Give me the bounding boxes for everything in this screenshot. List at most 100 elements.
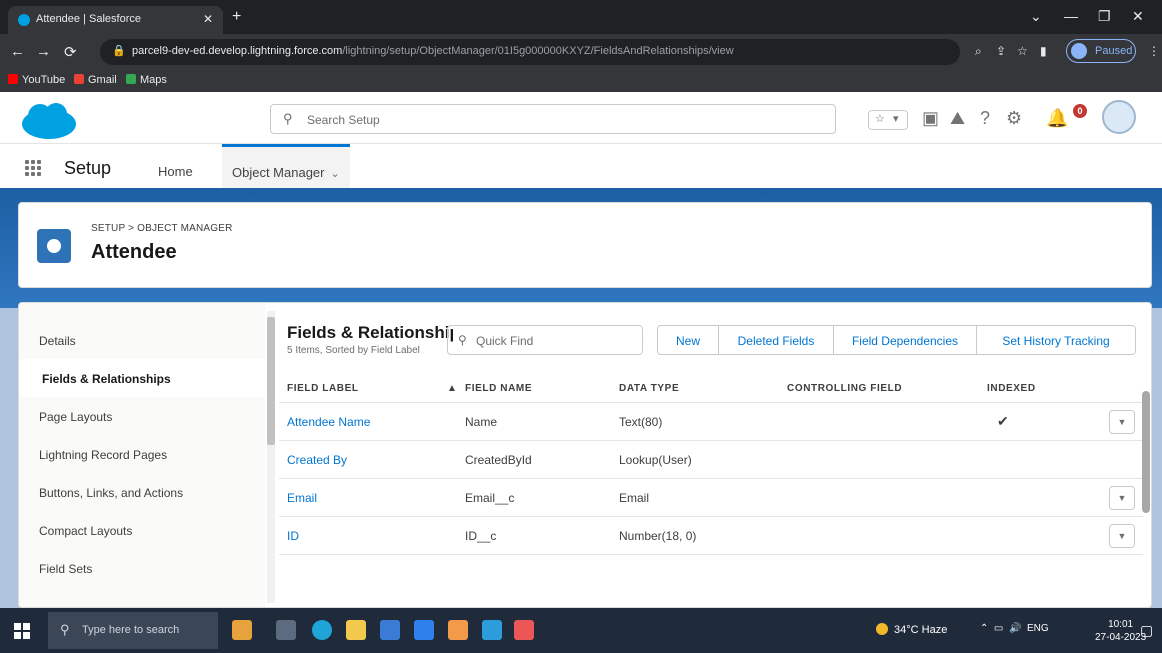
table-row: Created By CreatedById Lookup(User) (279, 441, 1143, 479)
column-header-controlling-field[interactable]: CONTROLLING FIELD (787, 383, 902, 394)
object-detail-card: Details Fields & Relationships Page Layo… (18, 302, 1152, 608)
row-actions-button[interactable]: ▼ (1109, 410, 1135, 434)
quick-find-input[interactable]: ⚲ Quick Find (447, 325, 643, 355)
column-header-field-label[interactable]: FIELD LABEL (287, 383, 359, 394)
taskbar-search-placeholder: Type here to search (82, 624, 180, 636)
help-icon[interactable]: ? (980, 108, 990, 129)
forward-icon[interactable]: → (36, 43, 51, 60)
sidepanel-icon[interactable]: ▮ (1040, 44, 1047, 58)
field-label-link[interactable]: Created By (287, 453, 347, 467)
bookmark-maps[interactable]: Maps (126, 74, 167, 86)
minimize-icon[interactable]: — (1064, 8, 1078, 24)
salesforce-logo-icon[interactable] (20, 102, 78, 142)
app-launcher-icon[interactable] (25, 160, 41, 176)
tab-object-manager[interactable]: Object Manager ⌄ (222, 144, 350, 188)
browser-menu-icon[interactable]: ⋮ (1148, 44, 1160, 58)
windows-start-icon[interactable] (14, 623, 30, 639)
bookmark-star-icon[interactable]: ☆ (1017, 44, 1028, 58)
system-tray[interactable]: ⌃ ▭ 🔊 ENG (980, 623, 1049, 634)
weather-widget[interactable]: 34°C Haze (876, 623, 947, 636)
sidebar-scrollbar-thumb[interactable] (267, 317, 275, 445)
gear-icon[interactable]: ⚙ (1006, 108, 1022, 129)
column-header-data-type[interactable]: DATA TYPE (619, 383, 679, 394)
column-header-field-name[interactable]: FIELD NAME (465, 383, 532, 394)
close-window-icon[interactable]: ✕ (1132, 8, 1144, 25)
widgets-icon[interactable] (232, 620, 252, 640)
sort-arrow-icon[interactable]: ▲ (447, 383, 458, 394)
data-type-cell: Lookup(User) (619, 453, 692, 467)
notification-center-icon[interactable]: ▢ (1140, 622, 1153, 639)
field-name-cell: Name (465, 415, 498, 429)
taskbar-search-input[interactable]: ⚲ Type here to search (48, 612, 218, 649)
gmail-icon (74, 74, 84, 84)
share-icon[interactable]: ⇪ (996, 44, 1006, 58)
address-bar[interactable]: 🔒 parcel9-dev-ed.develop.lightning.force… (100, 39, 960, 65)
close-tab-icon[interactable]: ✕ (203, 12, 213, 26)
store-icon[interactable] (380, 620, 400, 640)
tab-search-icon[interactable]: ⌄ (1030, 8, 1042, 25)
sidebar-scrollbar[interactable] (267, 311, 275, 603)
tab-object-manager-label: Object Manager (232, 165, 325, 180)
column-header-indexed[interactable]: INDEXED (987, 383, 1036, 394)
sidebar-item-details[interactable]: Details (19, 321, 265, 359)
user-avatar[interactable] (1102, 100, 1136, 134)
trailhead-icon[interactable]: ⛰ (950, 108, 965, 129)
sidebar-item-field-sets[interactable]: Field Sets (19, 549, 265, 587)
file-explorer-icon[interactable] (346, 620, 366, 640)
field-dependencies-button[interactable]: Field Dependencies (833, 325, 977, 355)
search-icon: ⚲ (283, 111, 293, 126)
sidebar-item-lightning-record-pages[interactable]: Lightning Record Pages (19, 435, 265, 473)
sidebar-item-fields-relationships[interactable]: Fields & Relationships (19, 359, 265, 397)
deleted-fields-button[interactable]: Deleted Fields (718, 325, 834, 355)
sidebar-item-buttons-links-actions[interactable]: Buttons, Links, and Actions (19, 473, 265, 511)
vlc-icon[interactable] (448, 620, 468, 640)
row-actions-button[interactable]: ▼ (1109, 524, 1135, 548)
browser-toolbar: ← → ⟳ 🔒 parcel9-dev-ed.develop.lightning… (0, 34, 1162, 70)
reload-icon[interactable]: ⟳ (64, 43, 77, 61)
clock[interactable]: 10:01 27-04-2023 (1095, 618, 1146, 644)
new-button[interactable]: New (657, 325, 719, 355)
section-title: Fields & Relationships (287, 323, 453, 342)
maps-icon (126, 74, 136, 84)
new-tab-icon[interactable]: + (232, 8, 241, 26)
bookmark-gmail[interactable]: Gmail (74, 74, 117, 86)
field-name-cell: CreatedById (465, 453, 532, 467)
row-actions-button[interactable]: ▼ (1109, 486, 1135, 510)
chevron-down-icon[interactable]: ⌄ (331, 168, 340, 180)
app-icon[interactable] (482, 620, 502, 640)
clock-date: 27-04-2023 (1095, 632, 1147, 643)
setup-search-input[interactable]: ⚲ Search Setup (270, 104, 836, 134)
edge-icon[interactable] (312, 620, 332, 640)
mail-icon[interactable] (414, 620, 434, 640)
windows-taskbar: ⚲ Type here to search 34°C Haze ⌃ ▭ 🔊 EN… (0, 608, 1162, 653)
global-actions-icon[interactable]: ▣ (922, 108, 939, 129)
youtube-icon (8, 74, 18, 84)
weather-text: 34°C Haze (894, 624, 948, 636)
profile-paused-button[interactable]: Paused (1066, 39, 1136, 63)
maximize-icon[interactable]: ❐ (1098, 8, 1111, 25)
back-icon[interactable]: ← (10, 43, 25, 60)
sidebar-item-compact-layouts[interactable]: Compact Layouts (19, 511, 265, 549)
sidebar-item-page-layouts[interactable]: Page Layouts (19, 397, 265, 435)
browser-tab[interactable]: Attendee | Salesforce ✕ (8, 6, 223, 34)
table-scrollbar[interactable] (1141, 377, 1151, 603)
tab-home[interactable]: Home (158, 164, 193, 179)
field-label-link[interactable]: ID (287, 529, 299, 543)
setup-nav-bar: Setup Home Object Manager ⌄ (0, 144, 1162, 188)
search-placeholder: Search Setup (307, 113, 380, 127)
browser-tab-bar: Attendee | Salesforce ✕ + ⌄ — ❐ ✕ (0, 0, 1162, 34)
app-name: Setup (64, 158, 112, 178)
breadcrumb[interactable]: SETUP > OBJECT MANAGER (91, 223, 233, 234)
chrome-icon[interactable] (514, 620, 534, 640)
language-indicator: ENG (1026, 623, 1049, 634)
task-view-icon[interactable] (276, 620, 296, 640)
bookmark-youtube[interactable]: YouTube (8, 74, 65, 86)
notification-bell-icon[interactable]: 🔔 (1046, 108, 1068, 129)
table-scrollbar-thumb[interactable] (1142, 391, 1150, 513)
salesforce-header: ⚲ Search Setup ☆ ▾ ▣ ⛰ ? ⚙ 🔔 0 (0, 92, 1162, 144)
field-label-link[interactable]: Email (287, 491, 317, 505)
set-history-tracking-button[interactable]: Set History Tracking (976, 325, 1136, 355)
field-label-link[interactable]: Attendee Name (287, 415, 370, 429)
zoom-icon[interactable]: ⌕ (975, 44, 982, 59)
favorites-button[interactable]: ☆ ▾ (868, 110, 908, 130)
